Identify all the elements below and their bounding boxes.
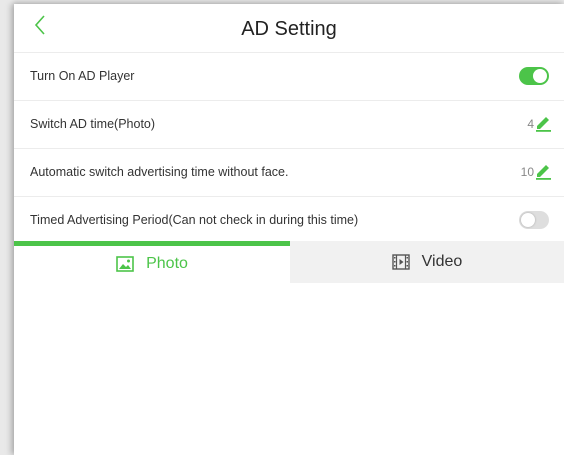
pencil-icon[interactable]: [533, 160, 553, 180]
setting-label: Timed Advertising Period(Can not check i…: [30, 213, 359, 227]
setting-row-timed-period: Timed Advertising Period(Can not check i…: [14, 197, 564, 244]
pencil-icon[interactable]: [533, 112, 553, 132]
media-content-area: [14, 283, 564, 455]
setting-label: Turn On AD Player: [30, 69, 135, 83]
toggle-knob: [533, 69, 547, 83]
tab-photo[interactable]: Photo: [14, 241, 290, 283]
tab-video-label: Video: [421, 253, 463, 270]
header-bar: AD Setting: [14, 4, 564, 53]
tab-video[interactable]: Video: [290, 241, 564, 283]
ad-setting-screen: AD Setting Turn On AD Player Switch AD t…: [14, 4, 564, 455]
timed-period-toggle[interactable]: [519, 211, 549, 229]
setting-label: Switch AD time(Photo): [30, 117, 156, 131]
tab-photo-label: Photo: [146, 254, 188, 272]
toggle-knob: [521, 213, 535, 227]
setting-row-auto-switch-time: Automatic switch advertising time withou…: [14, 149, 564, 197]
image-icon: [116, 255, 134, 272]
tab-video-content: Video: [290, 241, 564, 283]
ad-player-toggle[interactable]: [519, 67, 549, 85]
setting-value: 10: [520, 165, 534, 179]
tab-photo-content: Photo: [14, 244, 290, 283]
setting-row-ad-player: Turn On AD Player: [14, 53, 564, 101]
setting-label: Automatic switch advertising time withou…: [30, 165, 289, 179]
page-title: AD Setting: [241, 18, 337, 40]
setting-row-switch-ad-time: Switch AD time(Photo) 4: [14, 101, 564, 149]
video-icon: [391, 254, 410, 270]
media-tabs: Photo Video: [14, 241, 564, 283]
